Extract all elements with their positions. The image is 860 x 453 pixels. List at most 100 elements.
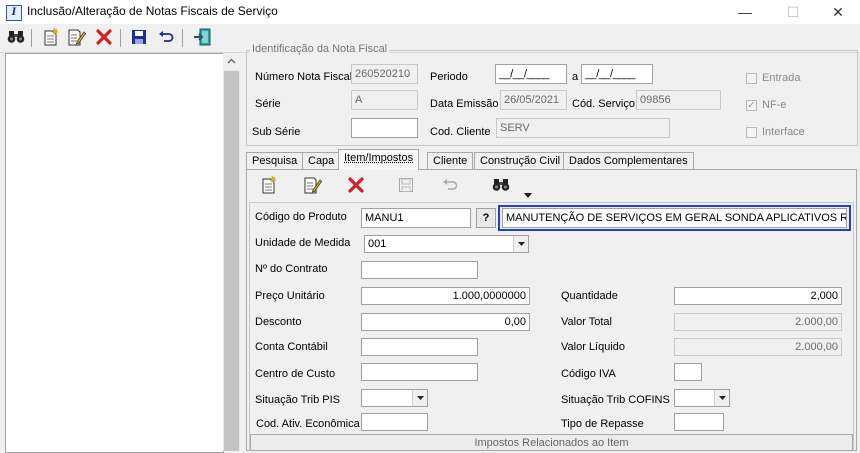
tipo-repasse-field[interactable] xyxy=(674,413,724,431)
data-emissao-label: Data Emissão xyxy=(430,98,498,110)
sub-serie-label: Sub Série xyxy=(252,126,300,138)
tab-item-impostos[interactable]: Item/Impostos xyxy=(338,149,419,170)
numero-nota-field[interactable]: 260520210 xyxy=(351,64,418,84)
unidade-dropdown-button[interactable] xyxy=(513,236,528,252)
scrollbar-thumb[interactable] xyxy=(224,71,239,451)
tab-pesquisa[interactable]: Pesquisa xyxy=(246,152,303,169)
chevron-down-icon xyxy=(518,242,525,246)
conta-contabil-field[interactable] xyxy=(361,338,478,356)
tab-capa[interactable]: Capa xyxy=(302,152,340,169)
tab-pesquisa-label: Pesquisa xyxy=(252,155,297,167)
unidade-medida-select[interactable]: 001 xyxy=(364,235,529,253)
delete-button[interactable] xyxy=(93,27,115,47)
cod-cliente-field[interactable]: SERV xyxy=(496,118,670,138)
new-document-icon xyxy=(43,28,59,46)
groupbox-title: Identificação da Nota Fiscal xyxy=(250,43,389,55)
tab-construcao-civil[interactable]: Construção Civil xyxy=(474,152,566,169)
delete-x-icon xyxy=(348,177,364,193)
navigation-tree[interactable] xyxy=(5,53,224,453)
contrato-field[interactable] xyxy=(361,261,478,279)
new-button[interactable] xyxy=(40,27,62,47)
search-options-dropdown[interactable] xyxy=(524,189,532,201)
item-delete-button[interactable] xyxy=(345,175,367,195)
binoculars-icon xyxy=(492,178,510,192)
periodo-label: Periodo xyxy=(430,71,468,83)
codigo-iva-field[interactable] xyxy=(674,363,702,381)
edit-button[interactable] xyxy=(66,27,88,47)
undo-arrow-icon xyxy=(158,30,174,44)
search-button[interactable] xyxy=(5,27,27,47)
product-description-field[interactable]: MANUTENÇÃO DE SERVIÇOS EM GERAL SONDA AP… xyxy=(502,208,847,228)
periodo-inicio-field[interactable]: __/__/____ xyxy=(495,64,567,84)
tab-dados-complementares-label: Dados Complementares xyxy=(569,155,688,167)
tab-dados-complementares[interactable]: Dados Complementares xyxy=(563,152,694,169)
centro-custo-field[interactable] xyxy=(361,363,478,381)
tipo-repasse-label: Tipo de Repasse xyxy=(561,418,644,430)
quantidade-label: Quantidade xyxy=(561,290,618,302)
cod-servico-label: Cód. Serviço xyxy=(572,98,635,110)
pis-dropdown-button[interactable] xyxy=(412,390,427,406)
preco-unitario-label: Preço Unitário xyxy=(255,290,325,302)
valor-liquido-label: Valor Líquido xyxy=(561,341,625,353)
minimize-button[interactable]: — xyxy=(722,0,768,24)
numero-nota-label: Número Nota Fiscal xyxy=(255,71,352,83)
edit-document-icon xyxy=(304,176,322,194)
serie-label: Série xyxy=(255,98,281,110)
interface-label: Interface xyxy=(762,126,805,138)
item-search-button[interactable] xyxy=(490,175,512,195)
app-icon: I xyxy=(6,5,22,21)
periodo-a-label: a xyxy=(572,71,578,83)
situacao-cofins-select[interactable] xyxy=(674,389,730,407)
serie-field[interactable]: A xyxy=(351,90,418,110)
exit-door-icon xyxy=(193,28,211,46)
toolbar-separator xyxy=(120,29,121,47)
item-new-button[interactable] xyxy=(258,175,280,195)
exit-button[interactable] xyxy=(191,27,213,47)
codigo-iva-label: Código IVA xyxy=(561,368,616,380)
product-lookup-button[interactable]: ? xyxy=(476,208,496,228)
cod-servico-field[interactable]: 09856 xyxy=(636,90,721,110)
toolbar-separator xyxy=(182,29,183,47)
sub-serie-field[interactable] xyxy=(351,118,418,138)
situacao-cofins-label: Situação Trib COFINS xyxy=(561,394,670,406)
cofins-dropdown-button[interactable] xyxy=(714,390,729,406)
scroll-up-button[interactable] xyxy=(223,53,240,70)
atividade-economica-field[interactable] xyxy=(361,413,428,431)
chevron-down-icon xyxy=(417,396,424,400)
codigo-produto-label: Código do Produto xyxy=(255,211,347,223)
toolbar-separator xyxy=(31,29,32,47)
preco-unitario-field[interactable]: 1.000,0000000 xyxy=(361,287,530,305)
tab-cliente-label: Cliente xyxy=(433,155,467,167)
desconto-field[interactable]: 0,00 xyxy=(361,313,530,331)
interface-checkbox[interactable] xyxy=(746,127,757,138)
window-title: Inclusão/Alteração de Notas Fiscais de S… xyxy=(27,4,278,18)
item-undo-button[interactable] xyxy=(439,175,461,195)
tab-capa-label: Capa xyxy=(308,155,334,167)
entrada-label: Entrada xyxy=(762,72,801,84)
close-window-button[interactable]: ✕ xyxy=(815,0,860,24)
cod-cliente-label: Cod. Cliente xyxy=(430,126,491,138)
entrada-checkbox[interactable] xyxy=(746,73,757,84)
situacao-pis-label: Situação Trib PIS xyxy=(255,394,340,406)
periodo-fim-field[interactable]: __/__/____ xyxy=(581,64,653,84)
nfe-checkbox[interactable]: ✓ xyxy=(746,100,757,111)
valor-liquido-field[interactable]: 2.000,00 xyxy=(674,338,842,356)
unidade-medida-label: Unidade de Medida xyxy=(255,237,350,249)
delete-x-icon xyxy=(96,29,112,45)
data-emissao-field[interactable]: 26/05/2021 xyxy=(500,90,567,110)
quantidade-field[interactable]: 2,000 xyxy=(674,287,842,305)
chevron-down-icon xyxy=(719,396,726,400)
valor-total-field[interactable]: 2.000,00 xyxy=(674,313,842,331)
centro-custo-label: Centro de Custo xyxy=(255,368,335,380)
item-edit-button[interactable] xyxy=(302,175,324,195)
undo-button[interactable] xyxy=(155,27,177,47)
save-button[interactable] xyxy=(128,27,150,47)
situacao-pis-select[interactable] xyxy=(361,389,428,407)
edit-document-icon xyxy=(68,28,86,46)
tab-cliente[interactable]: Cliente xyxy=(427,152,473,169)
save-disk-icon xyxy=(131,29,147,45)
codigo-produto-field[interactable]: MANU1 xyxy=(361,208,471,228)
maximize-button[interactable]: ☐ xyxy=(770,0,816,24)
scroll-up-arrow-icon xyxy=(223,53,240,70)
item-save-button[interactable] xyxy=(395,175,417,195)
